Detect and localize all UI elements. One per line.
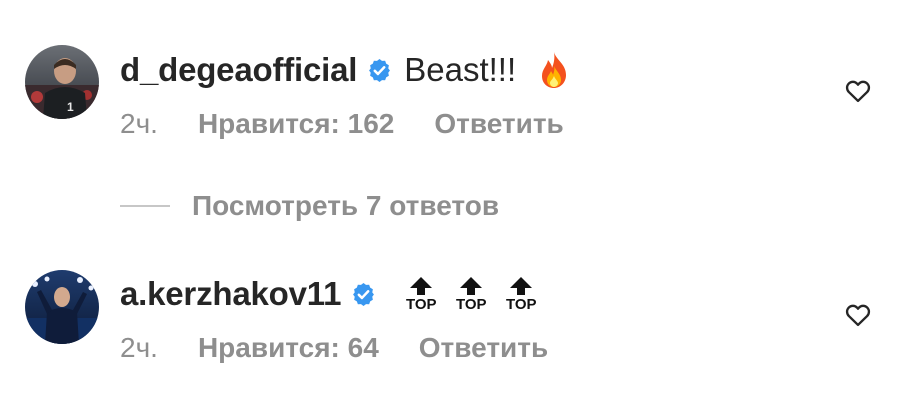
verified-badge-icon	[351, 282, 376, 307]
like-heart-icon[interactable]	[844, 77, 872, 105]
comment-1-meta: 2ч. Нравится: 162 Ответить	[120, 107, 564, 141]
likes-count[interactable]: Нравится: 162	[198, 108, 394, 140]
top-arrow-icon: TOP	[504, 276, 538, 312]
view-replies-button[interactable]: Посмотреть 7 ответов	[120, 190, 499, 222]
replies-divider	[120, 205, 170, 207]
comment-1-header: d_degeaofficial Beast!!!	[120, 48, 574, 92]
avatar[interactable]: 1	[25, 45, 99, 119]
username-link[interactable]: a.kerzhakov11	[120, 275, 341, 313]
svg-text:1: 1	[67, 100, 74, 114]
comment-2-header: a.kerzhakov11 TOP TOP TOP	[120, 270, 538, 318]
fire-icon	[534, 50, 574, 90]
view-replies-label: Посмотреть 7 ответов	[192, 190, 500, 221]
top-label: TOP	[455, 296, 487, 313]
timestamp: 2ч.	[120, 332, 158, 363]
top-arrow-icon: TOP	[454, 276, 488, 312]
comment-2-meta: 2ч. Нравится: 64 Ответить	[120, 331, 548, 365]
verified-badge-icon	[367, 58, 392, 83]
timestamp: 2ч.	[120, 108, 158, 139]
comment-text: Beast!!!	[404, 51, 517, 88]
top-arrow-icon: TOP	[404, 276, 438, 312]
reply-button[interactable]: Ответить	[434, 108, 563, 140]
top-label: TOP	[405, 296, 437, 313]
top-label: TOP	[505, 296, 537, 313]
username-link[interactable]: d_degeaofficial	[120, 51, 357, 89]
likes-count[interactable]: Нравится: 64	[198, 332, 379, 364]
like-heart-icon[interactable]	[844, 301, 872, 329]
avatar[interactable]	[25, 270, 99, 344]
reply-button[interactable]: Ответить	[419, 332, 548, 364]
